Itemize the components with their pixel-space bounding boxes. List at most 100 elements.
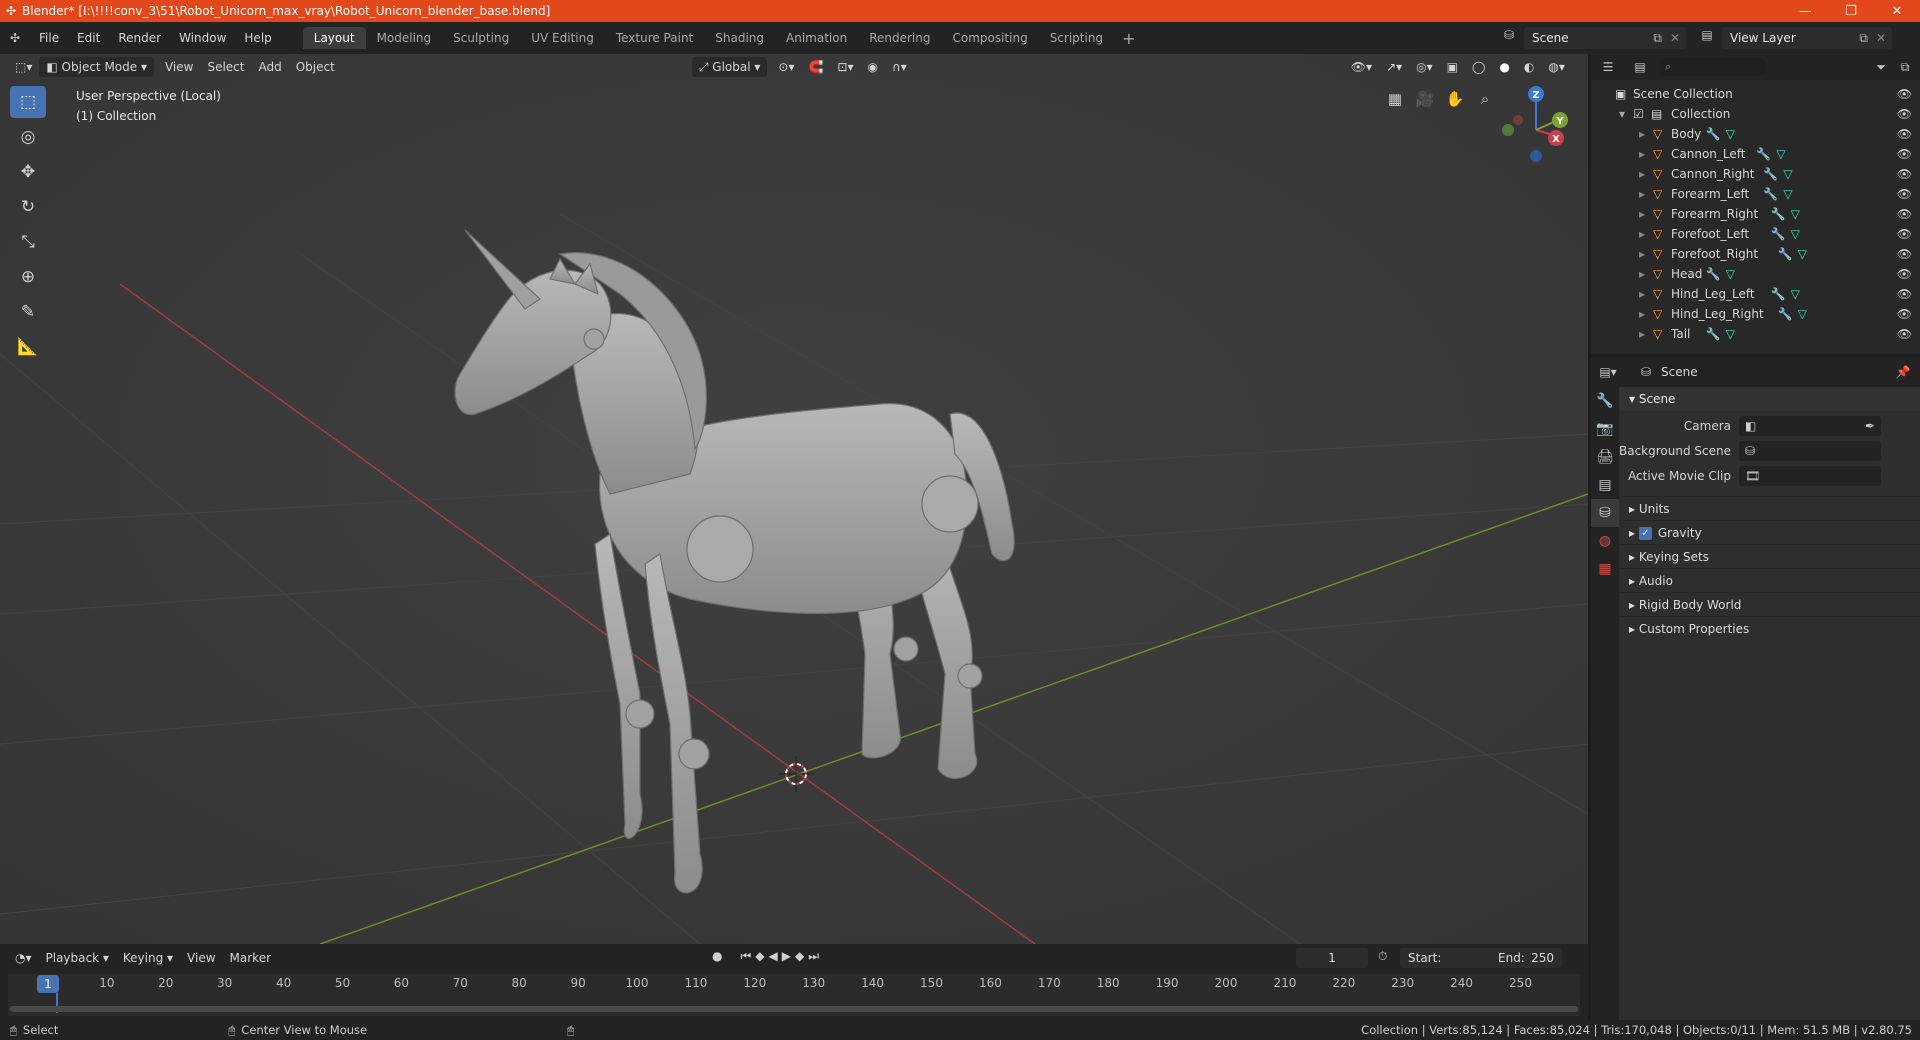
- modifier-wrench-icon[interactable]: 🔧: [1771, 224, 1786, 244]
- tab-rendering[interactable]: Rendering: [858, 27, 941, 49]
- scene-selector[interactable]: Scene ⧉ ✕: [1524, 27, 1686, 49]
- close-button[interactable]: ✕: [1874, 4, 1920, 19]
- modifier-wrench-icon[interactable]: 🔧: [1763, 184, 1778, 204]
- view-layer-tab-icon[interactable]: ▤: [1591, 471, 1619, 499]
- outliner-object-row[interactable]: ▸ ▽ Forefoot_Left 👁 🔧 ▽: [1591, 224, 1920, 244]
- collection-row[interactable]: ▾ ☑ ▤ Collection 👁: [1591, 104, 1920, 124]
- outliner-object-row[interactable]: ▸ ▽ Cannon_Right 👁 🔧 ▽: [1591, 164, 1920, 184]
- eye-icon[interactable]: 👁: [1897, 284, 1912, 304]
- outliner-editor-type-icon[interactable]: ☰: [1599, 60, 1617, 74]
- rotate-tool[interactable]: ↻: [10, 191, 46, 223]
- menu-marker[interactable]: Marker: [223, 948, 278, 968]
- new-collection-icon[interactable]: ⧉: [1896, 60, 1914, 75]
- visibility-icon[interactable]: 👁▾: [1344, 57, 1379, 77]
- editor-type-icon[interactable]: ⬚▾: [8, 57, 39, 77]
- eye-icon[interactable]: 👁: [1897, 144, 1912, 164]
- expand-arrow-icon[interactable]: ▸: [1639, 144, 1645, 164]
- mesh-data-icon[interactable]: ▽: [1791, 204, 1800, 224]
- mesh-data-icon[interactable]: ▽: [1726, 324, 1735, 344]
- camera-field[interactable]: ◧ ✒: [1739, 415, 1881, 436]
- transform-orientation[interactable]: ⤢ Global ▾: [691, 57, 768, 77]
- modifier-wrench-icon[interactable]: 🔧: [1763, 164, 1778, 184]
- expand-arrow-icon[interactable]: ▸: [1639, 164, 1645, 184]
- modifier-wrench-icon[interactable]: 🔧: [1778, 244, 1793, 264]
- outliner-object-row[interactable]: ▸ ▽ Tail 👁 🔧 ▽: [1591, 324, 1920, 344]
- mesh-data-icon[interactable]: ▽: [1783, 164, 1792, 184]
- tab-animation[interactable]: Animation: [775, 27, 858, 49]
- outliner-object-row[interactable]: ▸ ▽ Head 👁 🔧 ▽: [1591, 264, 1920, 284]
- tab-sculpting[interactable]: Sculpting: [442, 27, 520, 49]
- menu-timeline-view[interactable]: View: [180, 948, 222, 968]
- solid-shading-icon[interactable]: ●: [1492, 57, 1516, 77]
- menu-render[interactable]: Render: [109, 27, 170, 49]
- expand-arrow-icon[interactable]: ▸: [1639, 324, 1645, 344]
- scale-tool[interactable]: ⤡: [10, 226, 46, 258]
- tab-uv-editing[interactable]: UV Editing: [520, 27, 605, 49]
- render-tab-icon[interactable]: 📷: [1591, 415, 1619, 443]
- tab-layout[interactable]: Layout: [302, 27, 366, 49]
- play-icon[interactable]: ▶: [782, 949, 791, 964]
- auto-keying-clock-icon[interactable]: ⏱: [1378, 949, 1387, 964]
- tool-tab-icon[interactable]: 🔧: [1591, 387, 1619, 415]
- record-icon[interactable]: ●: [712, 949, 722, 964]
- timeline-editor-type-icon[interactable]: ◔▾: [8, 948, 39, 968]
- falloff-icon[interactable]: ∩▾: [885, 57, 914, 77]
- mesh-data-icon[interactable]: ▽: [1791, 284, 1800, 304]
- mesh-data-icon[interactable]: ▽: [1783, 184, 1792, 204]
- expand-arrow-icon[interactable]: ▸: [1639, 284, 1645, 304]
- active-movie-clip-field[interactable]: 🎞: [1739, 465, 1881, 486]
- outliner-object-row[interactable]: ▸ ▽ Body 👁 🔧 ▽: [1591, 124, 1920, 144]
- expand-arrow-icon[interactable]: ▸: [1639, 224, 1645, 244]
- expand-arrow-icon[interactable]: ▸: [1639, 244, 1645, 264]
- cursor-tool[interactable]: ◎: [10, 121, 46, 153]
- add-workspace-button[interactable]: +: [1114, 29, 1143, 48]
- outliner-object-row[interactable]: ▸ ▽ Hind_Leg_Left 👁 🔧 ▽: [1591, 284, 1920, 304]
- outliner-search-input[interactable]: ⌕: [1659, 58, 1767, 76]
- jump-start-icon[interactable]: ⏮: [740, 949, 751, 964]
- wireframe-shading-icon[interactable]: ◯: [1465, 57, 1492, 77]
- zoom-icon[interactable]: ⌕: [1470, 86, 1500, 112]
- eye-icon[interactable]: 👁: [1897, 84, 1912, 104]
- scene-panel-header[interactable]: ▾ Scene: [1619, 387, 1920, 411]
- menu-object[interactable]: Object: [289, 57, 342, 77]
- pan-hand-icon[interactable]: ✋: [1440, 86, 1470, 112]
- view-layer-selector[interactable]: View Layer ⧉ ✕: [1722, 27, 1892, 49]
- menu-select[interactable]: Select: [200, 57, 251, 77]
- pin-icon[interactable]: 📌: [1894, 365, 1912, 379]
- modifier-wrench-icon[interactable]: 🔧: [1778, 304, 1793, 324]
- collection-checkbox[interactable]: ☑: [1633, 104, 1644, 124]
- remove-view-layer-icon[interactable]: ✕: [1876, 31, 1886, 45]
- audio-panel[interactable]: ▸ Audio: [1619, 568, 1920, 592]
- outliner-object-row[interactable]: ▸ ▽ Forearm_Right 👁 🔧 ▽: [1591, 204, 1920, 224]
- modifier-wrench-icon[interactable]: 🔧: [1756, 144, 1771, 164]
- eye-icon[interactable]: 👁: [1897, 204, 1912, 224]
- eye-icon[interactable]: 👁: [1897, 184, 1912, 204]
- select-box-tool[interactable]: ⬚: [10, 86, 46, 118]
- mode-selector[interactable]: ◧ Object Mode ▾: [39, 57, 154, 77]
- background-scene-field[interactable]: ⛁: [1739, 440, 1881, 461]
- outliner-object-row[interactable]: ▸ ▽ Cannon_Left 👁 🔧 ▽: [1591, 144, 1920, 164]
- eye-icon[interactable]: 👁: [1897, 164, 1912, 184]
- camera-view-icon[interactable]: 🎥: [1410, 86, 1440, 112]
- blender-menu-icon[interactable]: ✣: [6, 31, 24, 45]
- menu-window[interactable]: Window: [170, 27, 235, 49]
- menu-keying[interactable]: Keying ▾: [116, 948, 180, 968]
- modifier-wrench-icon[interactable]: 🔧: [1771, 204, 1786, 224]
- collapse-arrow-icon[interactable]: ▾: [1619, 104, 1625, 124]
- tab-modeling[interactable]: Modeling: [366, 27, 443, 49]
- units-panel[interactable]: ▸ Units: [1619, 496, 1920, 520]
- tab-compositing[interactable]: Compositing: [941, 27, 1038, 49]
- outliner-object-row[interactable]: ▸ ▽ Forefoot_Right 👁 🔧 ▽: [1591, 244, 1920, 264]
- current-frame-field[interactable]: 1: [1296, 948, 1368, 968]
- menu-add[interactable]: Add: [252, 57, 289, 77]
- expand-arrow-icon[interactable]: ▸: [1639, 264, 1645, 284]
- mesh-data-icon[interactable]: ▽: [1726, 264, 1735, 284]
- menu-edit[interactable]: Edit: [68, 27, 109, 49]
- timeline-scrollbar[interactable]: [10, 1006, 1578, 1012]
- tab-shading[interactable]: Shading: [704, 27, 775, 49]
- eyedropper-icon[interactable]: ✒: [1865, 419, 1875, 433]
- pivot-icon[interactable]: ⊙▾: [771, 57, 801, 77]
- maximize-button[interactable]: ❐: [1828, 4, 1874, 19]
- outliner-object-row[interactable]: ▸ ▽ Forearm_Left 👁 🔧 ▽: [1591, 184, 1920, 204]
- eye-icon[interactable]: 👁: [1897, 244, 1912, 264]
